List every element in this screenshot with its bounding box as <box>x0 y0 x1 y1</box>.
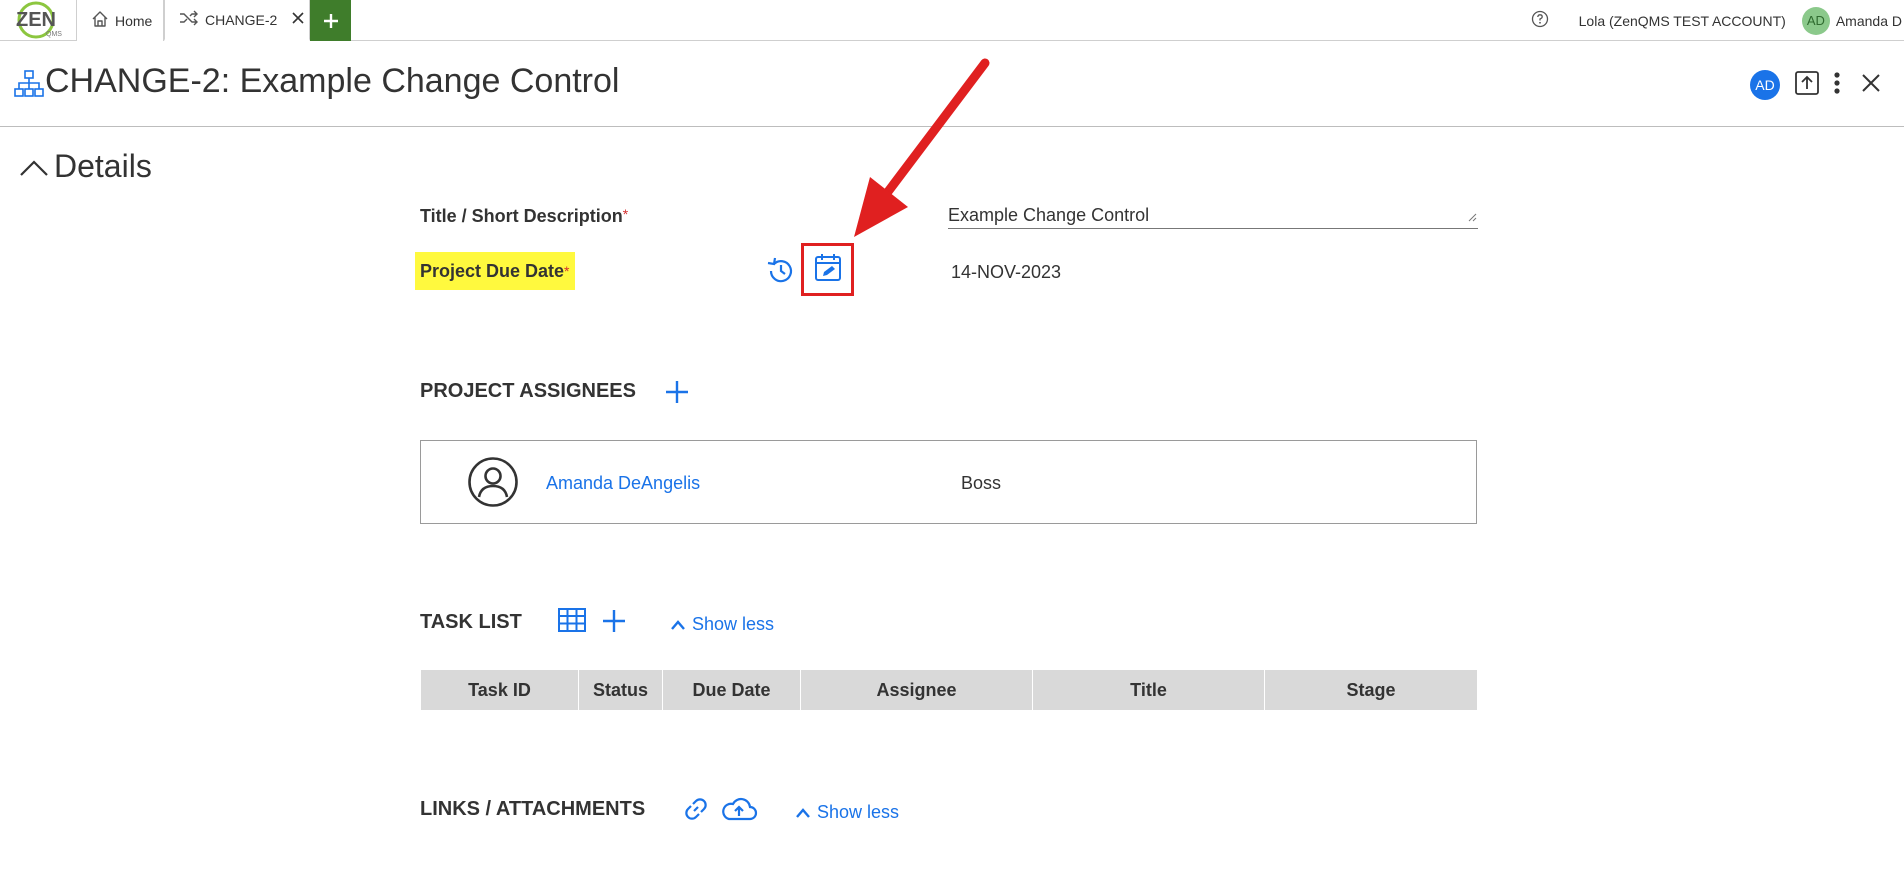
upload-icon[interactable] <box>1794 70 1820 101</box>
history-icon[interactable] <box>765 255 797 292</box>
user-avatar[interactable]: AD <box>1801 6 1830 35</box>
title-label-text: Title / Short Description <box>420 206 623 226</box>
user-name[interactable]: Amanda D <box>1836 13 1902 29</box>
tab-change-2[interactable]: CHANGE-2 <box>164 0 310 41</box>
chevron-up-icon <box>20 159 48 176</box>
add-task-plus-icon[interactable] <box>601 608 627 639</box>
close-icon[interactable] <box>1860 72 1882 99</box>
hierarchy-icon <box>14 70 44 103</box>
edit-due-date-button[interactable] <box>801 243 854 296</box>
due-date-label: Project Due Date * <box>415 252 575 290</box>
home-icon <box>91 10 109 31</box>
assignee-role: Boss <box>961 473 1002 493</box>
shuffle-icon <box>179 10 199 29</box>
column-header[interactable]: Stage <box>1265 670 1477 710</box>
links-attachments-label: LINKS / ATTACHMENTS <box>420 798 646 820</box>
assignee-list-item: Amanda DeAngelis Boss <box>420 440 1477 524</box>
due-date-value: 14-NOV-2023 <box>951 262 1062 282</box>
required-mark: * <box>622 206 629 222</box>
link-icon[interactable] <box>681 794 711 829</box>
account-name[interactable]: Lola (ZenQMS TEST ACCOUNT) <box>1579 13 1786 29</box>
page-title: CHANGE-2: Example Change Control <box>45 62 620 100</box>
add-tab-button[interactable] <box>310 0 351 41</box>
top-tab-bar: ZEN QMS Home CHANGE-2 Lola (ZenQMS TEST … <box>0 0 1904 41</box>
plus-icon <box>323 13 338 28</box>
column-header[interactable]: Task ID <box>421 670 579 710</box>
logo-subtext: QMS <box>46 31 62 38</box>
header-avatar[interactable]: AD <box>1750 70 1780 100</box>
column-header[interactable]: Assignee <box>801 670 1033 710</box>
annotation-arrow-icon <box>840 55 1020 250</box>
task-list-show-less[interactable]: Show less <box>670 614 774 635</box>
tab-close-icon[interactable] <box>291 11 305 28</box>
tab-home[interactable]: Home <box>76 0 164 41</box>
details-section-toggle[interactable]: Details <box>18 148 152 185</box>
column-header[interactable]: Status <box>579 670 663 710</box>
column-header[interactable]: Due Date <box>663 670 801 710</box>
due-date-label-text: Project Due Date <box>420 260 565 281</box>
grid-view-icon[interactable] <box>557 607 587 638</box>
tab-home-label: Home <box>115 12 153 29</box>
resize-grip-icon[interactable] <box>1468 206 1477 227</box>
project-assignees-label: PROJECT ASSIGNEES <box>420 380 636 402</box>
help-icon[interactable] <box>1531 10 1549 31</box>
chevron-up-icon <box>796 807 810 818</box>
calendar-edit-icon <box>814 252 842 287</box>
column-header[interactable]: Title <box>1033 670 1265 710</box>
assignee-name-link[interactable]: Amanda DeAngelis <box>546 473 700 494</box>
task-list-label: TASK LIST <box>420 611 522 633</box>
required-mark: * <box>564 263 570 279</box>
task-table-header: Task ID Status Due Date Assignee Title S… <box>421 670 1477 710</box>
chevron-up-icon <box>671 619 685 630</box>
cloud-upload-icon[interactable] <box>720 795 758 828</box>
task-list-show-less-label: Show less <box>692 614 775 634</box>
links-show-less-label: Show less <box>817 802 900 822</box>
more-vert-icon[interactable] <box>1832 70 1842 101</box>
zenqms-logo[interactable]: ZEN QMS <box>0 0 76 41</box>
tab-change-2-label: CHANGE-2 <box>205 11 278 28</box>
details-section-title: Details <box>54 148 152 184</box>
title-field[interactable]: Example Change Control <box>948 205 1478 229</box>
account-area: Lola (ZenQMS TEST ACCOUNT) AD Amanda D <box>1531 0 1904 41</box>
add-assignee-plus-icon[interactable] <box>664 379 690 410</box>
links-show-less[interactable]: Show less <box>795 802 899 823</box>
user-circle-icon <box>467 456 519 513</box>
title-label: Title / Short Description* <box>420 206 628 227</box>
logo-text: ZEN <box>16 9 56 31</box>
